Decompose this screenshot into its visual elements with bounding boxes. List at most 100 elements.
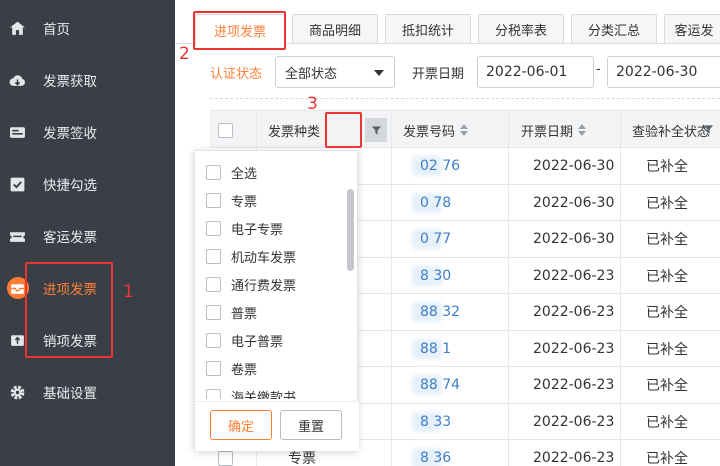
option-checkbox[interactable] — [206, 248, 221, 264]
row-checkbox[interactable] — [218, 450, 233, 466]
cell-invoice-date: 2022-06-23 — [533, 304, 615, 320]
tab-tax-rate-table[interactable]: 分税率表 — [478, 14, 564, 43]
home-icon — [8, 19, 26, 37]
sidebar-item-settings[interactable]: 基础设置 — [0, 372, 175, 412]
cell-invoice-number[interactable]: 8 36 — [420, 440, 451, 466]
filter-option[interactable]: 通行费发票 — [206, 273, 296, 295]
auth-status-value: 全部状态 — [285, 66, 338, 82]
auth-status-select[interactable]: 全部状态 — [275, 56, 395, 88]
filter-option[interactable]: 电子专票 — [206, 217, 283, 239]
invoice-date-label: 开票日期 — [412, 67, 465, 82]
cell-invoice-number[interactable]: 88 1 — [420, 331, 451, 367]
sidebar-item-label: 发票获取 — [43, 74, 97, 90]
filter-option[interactable]: 机动车发票 — [206, 245, 296, 267]
date-separator: - — [596, 62, 601, 77]
cell-check-status: 已补全 — [646, 451, 688, 466]
cloud-download-icon — [8, 71, 26, 89]
date-from-input[interactable]: 2022-06-01 — [477, 56, 594, 88]
tab-deduction-stats[interactable]: 抵扣统计 — [385, 14, 471, 43]
gear-icon — [8, 383, 26, 401]
header-invoice-number[interactable]: 发票号码 — [403, 111, 469, 149]
option-label: 通行费发票 — [231, 278, 297, 294]
filter-option[interactable]: 卷票 — [206, 357, 257, 379]
option-label: 专票 — [231, 194, 258, 210]
cell-invoice-number[interactable]: 88 32 — [420, 294, 460, 330]
cell-invoice-date: 2022-06-30 — [533, 158, 615, 174]
filter-option[interactable]: 全选 — [206, 161, 257, 183]
filter-option[interactable]: 专票 — [206, 189, 257, 211]
tab-bar: 进项发票 商品明细 抵扣统计 分税率表 分类汇总 客运发 — [175, 0, 720, 45]
filter-option[interactable]: 海关缴款书 — [206, 385, 296, 399]
option-checkbox[interactable] — [206, 332, 221, 348]
option-checkbox[interactable] — [206, 164, 221, 180]
cell-invoice-date: 2022-06-23 — [533, 267, 615, 284]
ticket-icon — [8, 227, 26, 245]
cell-invoice-date: 2022-06-23 — [533, 450, 615, 466]
sidebar-item-output-invoice[interactable]: 销项发票 — [0, 320, 175, 360]
filter-option[interactable]: 普票 — [206, 301, 257, 323]
sort-icon[interactable] — [578, 124, 587, 136]
option-label: 海关缴款书 — [231, 390, 297, 400]
sidebar-item-quick-select[interactable]: 快捷勾选 — [0, 164, 175, 204]
filter-option-list: 全选专票电子专票机动车发票通行费发票普票电子普票卷票海关缴款书 — [195, 159, 345, 399]
tab-product-detail[interactable]: 商品明细 — [292, 14, 378, 43]
cell-check-status: 已补全 — [646, 268, 688, 285]
cell-check-status: 已补全 — [646, 305, 688, 321]
option-checkbox[interactable] — [206, 276, 221, 292]
cell-check-status: 已补全 — [646, 195, 688, 212]
sort-icon[interactable] — [460, 124, 469, 136]
header-invoice-date-label: 开票日期 — [521, 124, 574, 140]
option-label: 卷票 — [231, 362, 258, 378]
cell-invoice-number[interactable]: 8 33 — [420, 404, 451, 440]
divider — [210, 98, 720, 99]
sidebar-item-home[interactable]: 首页 — [0, 8, 175, 48]
cell-invoice-number[interactable]: 0 78 — [420, 185, 451, 221]
dropdown-footer: 确定 重置 — [195, 401, 359, 451]
option-checkbox[interactable] — [206, 360, 221, 376]
dropdown-scrollbar[interactable] — [347, 189, 354, 271]
reset-button[interactable]: 重置 — [280, 410, 342, 440]
filter-option[interactable]: 电子普票 — [206, 329, 283, 351]
sidebar-item-label: 客运发票 — [43, 230, 97, 246]
tab-input-invoice[interactable]: 进项发票 — [195, 14, 285, 45]
sidebar-item-label: 进项发票 — [43, 282, 97, 298]
sidebar-item-label: 快捷勾选 — [43, 178, 97, 194]
tab-passenger-invoice[interactable]: 客运发 — [664, 14, 720, 43]
sidebar-item-invoice-receive[interactable]: 发票签收 — [0, 112, 175, 152]
header-check-status[interactable]: 查验补全状态 — [632, 111, 710, 149]
header-invoice-date[interactable]: 开票日期 — [521, 111, 587, 149]
cell-invoice-number[interactable]: 88 74 — [420, 367, 460, 403]
cell-check-status: 已补全 — [646, 341, 688, 358]
cell-invoice-number[interactable]: 0 77 — [420, 221, 451, 257]
annotation-number-2: 2 — [179, 44, 190, 64]
filter-funnel-icon[interactable] — [365, 118, 387, 142]
option-checkbox[interactable] — [206, 304, 221, 320]
tab-category-summary[interactable]: 分类汇总 — [571, 14, 657, 43]
cell-check-status: 已补全 — [646, 414, 688, 431]
cell-invoice-date: 2022-06-30 — [533, 231, 615, 247]
header-invoice-number-label: 发票号码 — [403, 124, 456, 140]
header-invoice-type[interactable]: 发票种类 — [268, 111, 320, 149]
option-checkbox[interactable] — [206, 388, 221, 399]
annotation-number-1: 1 — [123, 282, 134, 302]
option-checkbox[interactable] — [206, 192, 221, 208]
filter-funnel-icon[interactable] — [703, 124, 714, 139]
invoice-type-filter-dropdown: 全选专票电子专票机动车发票通行费发票普票电子普票卷票海关缴款书 确定 重置 — [194, 150, 359, 451]
outbox-invoice-icon — [8, 331, 26, 349]
table-header: 发票种类 发票号码 开票日期 查验补全状态 — [210, 110, 720, 148]
sidebar-item-label: 销项发票 — [43, 334, 97, 350]
select-all-checkbox[interactable] — [218, 122, 233, 138]
cell-invoice-number[interactable]: 8 30 — [420, 258, 451, 294]
option-label: 机动车发票 — [231, 250, 297, 266]
confirm-button[interactable]: 确定 — [210, 410, 272, 440]
cell-invoice-date: 2022-06-23 — [533, 413, 615, 430]
cell-invoice-date: 2022-06-23 — [533, 377, 615, 393]
sidebar-item-invoice-fetch[interactable]: 发票获取 — [0, 60, 175, 100]
sidebar-item-input-invoice[interactable]: 进项发票 — [0, 268, 175, 308]
sidebar: 首页 发票获取 发票签收 快捷勾选 客运发票 进项发票 销项发票 基础设置 — [0, 0, 175, 466]
sidebar-item-passenger-invoice[interactable]: 客运发票 — [0, 216, 175, 256]
cell-invoice-date: 2022-06-23 — [533, 340, 615, 357]
date-to-input[interactable]: 2022-06-30 — [607, 56, 720, 88]
cell-invoice-number[interactable]: 02 76 — [420, 148, 460, 184]
option-checkbox[interactable] — [206, 220, 221, 236]
